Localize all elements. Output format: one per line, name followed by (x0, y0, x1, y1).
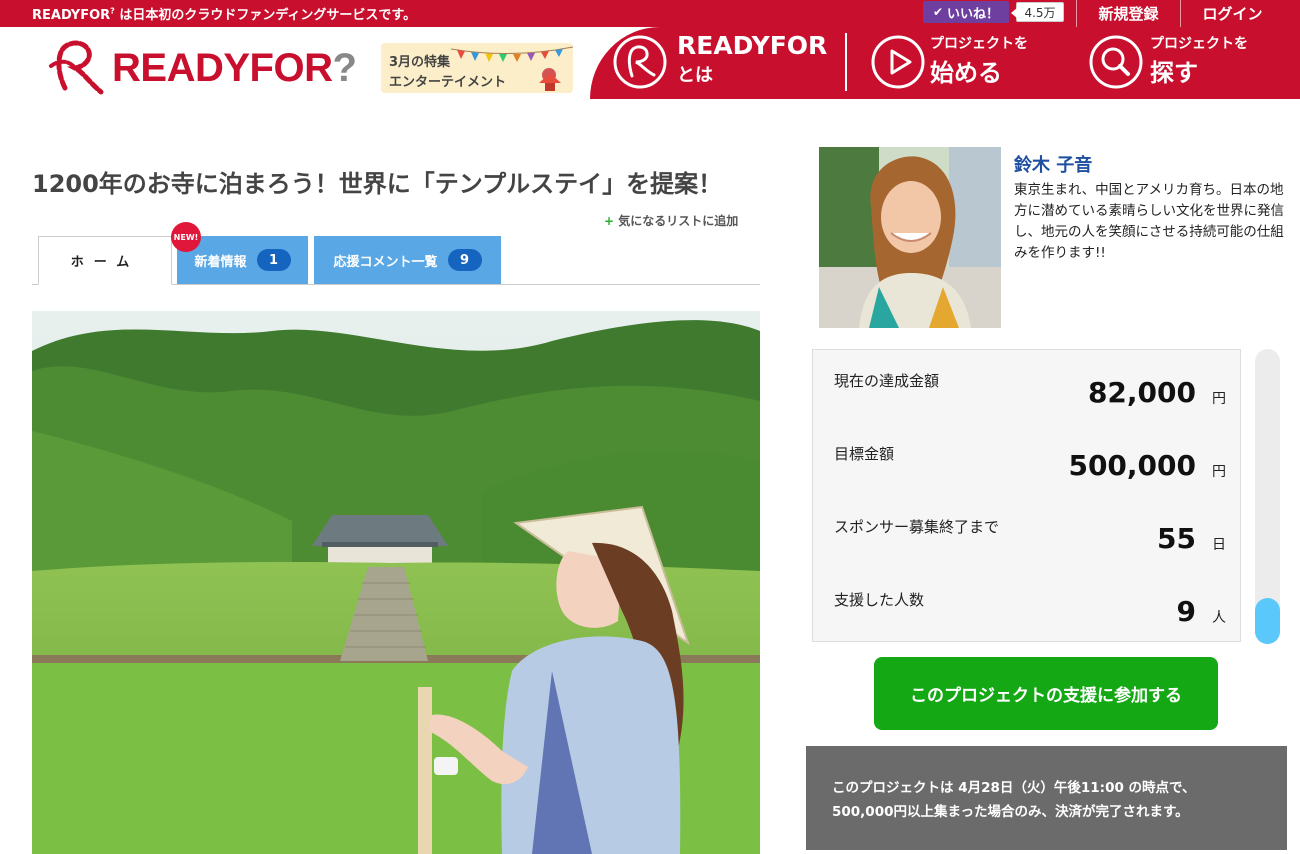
project-main-image (32, 311, 760, 854)
tab-home[interactable]: ホーム (38, 236, 172, 285)
nav-start-project[interactable]: プロジェクトを 始める (870, 27, 1075, 99)
nav-divider (845, 33, 847, 91)
readyfor-circle-icon (613, 35, 667, 89)
tab-comments[interactable]: 応援コメント一覧 9 (314, 236, 501, 284)
support-project-button[interactable]: このプロジェクトの支援に参加する (874, 657, 1218, 730)
readyfor-logo-icon[interactable] (45, 36, 107, 102)
login-link[interactable]: ログイン (1180, 0, 1284, 27)
plus-icon: + (604, 214, 615, 228)
stat-current-amount: 現在の達成金額 82,000 円 (834, 372, 1226, 409)
like-button[interactable]: ✔ いいね！ (923, 1, 1009, 23)
check-icon: ✔ (932, 5, 944, 19)
new-badge: NEW! (171, 222, 201, 252)
owner-avatar[interactable] (819, 147, 1001, 328)
funding-stats-panel: 現在の達成金額 82,000 円 目標金額 500,000 円 スポンサー募集終… (812, 349, 1241, 642)
site-tagline: READYFOR? は日本初のクラウドファンディングサービスです。 (32, 6, 417, 23)
stat-goal-amount: 目標金額 500,000 円 (834, 445, 1226, 482)
project-title: 1200年のお寺に泊まろう！世界に「テンプルステイ」を提案！ (32, 170, 723, 198)
search-icon (1089, 35, 1143, 89)
readyfor-logo-text[interactable]: READYFOR? (112, 44, 357, 92)
stats-scrollbar-thumb[interactable] (1255, 598, 1280, 644)
stat-supporters: 支援した人数 9 人 (834, 591, 1226, 628)
nav-about-readyfor[interactable]: READYFOR とは (612, 27, 832, 99)
owner-bio: 東京生まれ、中国とアメリカ育ち。日本の地方に潜めている素晴らしい文化を世界に発信… (1014, 182, 1284, 261)
add-to-watchlist-link[interactable]: + 気になるリストに追加 (604, 212, 738, 229)
payment-notice: このプロジェクトは 4月28日（火）午後11:00 の時点で、 500,000円… (806, 746, 1287, 850)
like-count: 4.5万 (1011, 2, 1064, 22)
top-bar: READYFOR? は日本初のクラウドファンディングサービスです。 ✔ いいね！ … (0, 0, 1300, 27)
owner-name[interactable]: 鈴木 子音 (1014, 151, 1092, 177)
comments-count-badge: 9 (447, 249, 482, 271)
stat-days-left: スポンサー募集終了まで 55 日 (834, 518, 1226, 555)
signup-link[interactable]: 新規登録 (1076, 0, 1180, 27)
play-icon (871, 35, 925, 89)
nav-search-project[interactable]: プロジェクトを 探す (1088, 27, 1288, 99)
news-count-badge: 1 (256, 249, 291, 271)
feature-banner[interactable]: 3月の特集 エンターテイメント (381, 43, 573, 93)
